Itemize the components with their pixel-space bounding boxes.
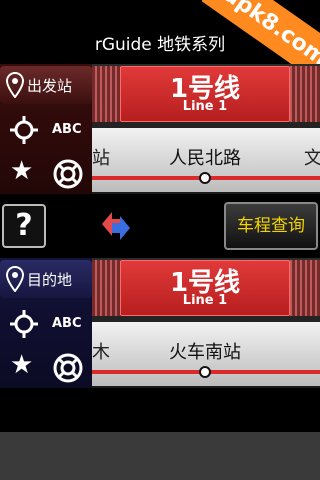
lifebuoy-icon[interactable] <box>52 352 84 384</box>
abc-search-button[interactable]: ABC <box>52 122 82 137</box>
departure-line-banner[interactable]: 1号线 Line 1 <box>120 66 290 122</box>
grille-left-icon <box>90 260 120 316</box>
destination-station-name[interactable]: 火车南站 <box>90 338 320 364</box>
destination-label: 目的地 <box>27 271 73 289</box>
grille-right-icon <box>290 260 320 316</box>
departure-panel: 出发站 ABC ★ <box>0 64 92 194</box>
favorite-star-icon[interactable]: ★ <box>10 156 33 186</box>
departure-section: 1号线 Line 1 站 人民北路 文 出发站 ABC ★ <box>0 64 320 194</box>
departure-station-dot <box>199 172 211 184</box>
swap-arrows-icon[interactable] <box>96 208 136 244</box>
bottom-bar <box>0 432 320 480</box>
departure-station-name[interactable]: 人民北路 <box>90 144 320 170</box>
location-pin-icon <box>6 72 24 98</box>
destination-line-english: Line 1 <box>182 293 228 308</box>
abc-search-button[interactable]: ABC <box>52 316 82 331</box>
destination-station-dot <box>199 366 211 378</box>
departure-line-english: Line 1 <box>182 99 228 114</box>
destination-section: 1号线 Line 1 木 火车南站 目的地 ABC ★ <box>0 258 320 388</box>
departure-header: 出发站 <box>0 66 92 104</box>
trip-query-button[interactable]: 车程查询 <box>224 202 318 250</box>
grille-left-icon <box>90 66 120 122</box>
gps-locate-icon[interactable] <box>8 114 40 146</box>
favorite-star-icon[interactable]: ★ <box>10 350 33 380</box>
destination-line-banner[interactable]: 1号线 Line 1 <box>120 260 290 316</box>
destination-panel: 目的地 ABC ★ <box>0 258 92 388</box>
middle-controls: ? 车程查询 <box>0 198 320 254</box>
destination-header: 目的地 <box>0 260 92 298</box>
lifebuoy-icon[interactable] <box>52 158 84 190</box>
location-pin-icon <box>6 266 24 292</box>
gps-locate-icon[interactable] <box>8 308 40 340</box>
help-button[interactable]: ? <box>2 204 46 248</box>
grille-right-icon <box>290 66 320 122</box>
departure-next-station[interactable]: 文 <box>304 144 320 170</box>
departure-label: 出发站 <box>27 77 73 95</box>
